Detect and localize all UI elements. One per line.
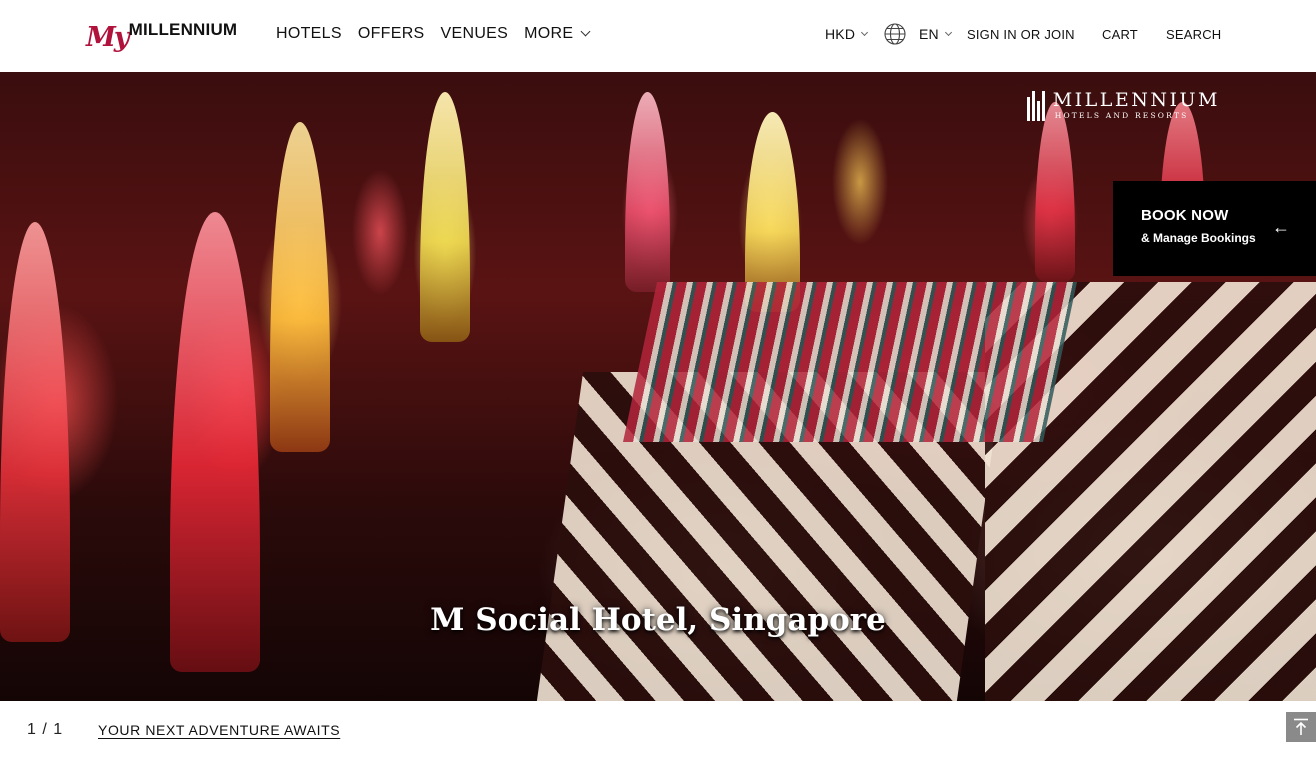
book-now-button[interactable]: BOOK NOW & Manage Bookings ← <box>1113 181 1316 276</box>
arrow-left-icon: ← <box>1272 217 1290 237</box>
book-now-title: BOOK NOW <box>1141 207 1229 224</box>
hero-lamp-decoration <box>1035 102 1075 282</box>
nav-hotels[interactable]: HOTELS <box>276 24 342 44</box>
site-header: My MILLENNIUM HOTELS OFFERS VENUES MORE … <box>0 0 1316 72</box>
globe-icon[interactable] <box>883 22 907 46</box>
logo-my: My <box>86 22 130 53</box>
nav-venues[interactable]: VENUES <box>441 24 509 44</box>
hero-lamp-decoration <box>0 222 70 642</box>
back-to-top-icon[interactable] <box>1286 712 1316 742</box>
nav-more[interactable]: MORE <box>524 24 591 44</box>
hero-lamp-decoration <box>625 92 670 292</box>
adventure-link[interactable]: YOUR NEXT ADVENTURE AWAITS <box>98 722 340 738</box>
nav-offers[interactable]: OFFERS <box>358 24 425 44</box>
slider-footer: 1 / 1 YOUR NEXT ADVENTURE AWAITS <box>0 701 1316 784</box>
chevron-down-icon <box>944 28 952 36</box>
hero-caption: M Social Hotel, Singapore <box>430 602 886 638</box>
search-link[interactable]: SEARCH <box>1166 24 1221 44</box>
cart-link[interactable]: CART <box>1102 24 1138 44</box>
millennium-hotels-logo: MILLENNIUM HOTELS AND RESORTS <box>1026 89 1220 121</box>
chevron-down-icon <box>861 28 869 36</box>
book-now-subtitle: & Manage Bookings <box>1141 231 1256 245</box>
sign-in-link[interactable]: SIGN IN OR JOIN <box>967 24 1075 44</box>
hero-brand-main: MILLENNIUM <box>1052 89 1220 111</box>
language-selector[interactable]: EN <box>919 24 952 44</box>
logo-wordmark: MILLENNIUM <box>128 20 238 39</box>
hero-sofa-decoration <box>622 282 1078 442</box>
main-nav: HOTELS OFFERS VENUES MORE <box>276 24 605 44</box>
currency-selector[interactable]: HKD <box>825 24 869 44</box>
slide-counter: 1 / 1 <box>27 721 64 738</box>
millennium-bars-icon <box>1026 90 1047 121</box>
hero-brand-sub: HOTELS AND RESORTS <box>1054 111 1189 120</box>
hero-lamp-decoration <box>420 92 470 342</box>
hero-lamp-decoration <box>270 122 330 452</box>
chevron-down-icon <box>580 26 591 36</box>
currency-label: HKD <box>825 26 856 42</box>
hero-video: MILLENNIUM HOTELS AND RESORTS M Social H… <box>0 72 1316 701</box>
language-label: EN <box>919 26 939 42</box>
nav-more-label: MORE <box>524 25 574 42</box>
mymillennium-logo[interactable]: My MILLENNIUM <box>86 11 238 53</box>
